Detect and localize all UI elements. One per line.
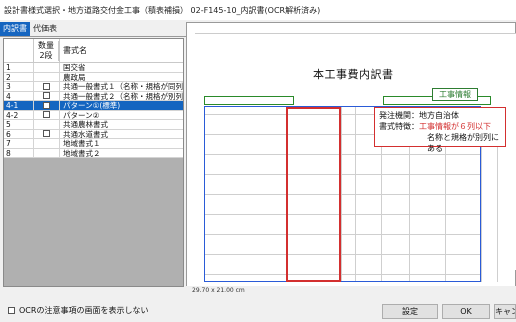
list-scrollbar[interactable]: [183, 39, 184, 287]
row-no: 4-1: [4, 101, 34, 110]
dialog-footer: OCRの注意事項の画面を表示しない 設定 OK キャンセル: [0, 300, 516, 322]
table-row-selected[interactable]: 4-1 パターン①(標準): [4, 101, 183, 111]
row-qty-cell: [34, 139, 60, 148]
row-no: 2: [4, 72, 34, 81]
row-name: 国交省: [63, 63, 86, 72]
row-qty-cell: [34, 148, 60, 157]
row-no: 7: [4, 139, 34, 148]
name-header: 書式名: [63, 46, 87, 55]
tab-underline: [0, 36, 186, 37]
window-title: 設計書様式選択・地方道路交付金工事（積表補損） 02-F145-10_内訳書(O…: [4, 5, 321, 15]
spec-column-highlight: [286, 107, 341, 282]
table-row[interactable]: 3 共通一般書式１（名称・規格が同列）: [4, 82, 183, 92]
row-no: 6: [4, 129, 34, 138]
header-info-box-left: [204, 96, 294, 105]
tab-bar: 内訳書 代価表: [0, 22, 60, 36]
row-qty-cell: [34, 129, 60, 138]
row-no: 3: [4, 82, 34, 91]
callout-line-agency: 発注機関：地方自治体: [379, 111, 459, 120]
table-row[interactable]: 6 共通水道書式: [4, 129, 183, 139]
row-qty-cell: [34, 72, 60, 81]
qty-2row-checkbox[interactable]: [43, 101, 50, 109]
row-qty-cell: [34, 120, 60, 129]
row-name: 地域書式１: [63, 139, 101, 148]
tab-uchiwakesho[interactable]: 内訳書: [0, 22, 30, 36]
row-qty-cell: [34, 82, 60, 91]
construction-info-callout: 工事情報: [432, 88, 478, 101]
callout-feature-prefix: 書式特徴：: [379, 122, 419, 131]
row-no: 1: [4, 63, 34, 72]
format-feature-callout: 発注機関：地方自治体 書式特徴：工事情報が６列以下 名称と規格が別列にある: [374, 107, 506, 153]
qty-2row-checkbox[interactable]: [43, 111, 50, 119]
window-title-bar: 設計書様式選択・地方道路交付金工事（積表補損） 02-F145-10_内訳書(O…: [0, 0, 516, 20]
tab-daikahyo[interactable]: 代価表: [30, 22, 60, 36]
row-name: 地域書式２: [63, 148, 101, 157]
settings-button[interactable]: 設定: [382, 304, 438, 319]
row-name: 共通農林書式: [63, 120, 108, 129]
row-qty-cell: [34, 110, 60, 119]
row-name: 共通水道書式: [63, 129, 108, 138]
ocr-notice-checkbox[interactable]: [8, 307, 15, 314]
table-row[interactable]: 8 地域書式２: [4, 148, 183, 158]
qty-header-line1: 数量: [34, 41, 59, 51]
table-header: 数量 2段 書式名: [4, 39, 183, 63]
ocr-notice-option[interactable]: OCRの注意事項の画面を表示しない: [8, 305, 148, 316]
qty-header: 数量 2段: [34, 39, 60, 62]
row-name: パターン①(標準): [63, 101, 121, 110]
row-qty-cell: [34, 101, 60, 110]
row-name: パターン②: [63, 110, 100, 119]
callout-feature-highlight: 工事情報が６列以下: [419, 122, 491, 131]
row-name: 共通一般書式２（名称・規格が別列）: [63, 91, 183, 100]
row-name: 農政局: [63, 72, 86, 81]
qty-2row-checkbox[interactable]: [43, 82, 50, 90]
table-row[interactable]: 7 地域書式１: [4, 139, 183, 149]
row-no: 4-2: [4, 110, 34, 119]
row-no: 5: [4, 120, 34, 129]
qty-header-line2: 2段: [34, 51, 59, 61]
row-no: 4: [4, 91, 34, 100]
callout-line-spec: 名称と規格が別列にある: [427, 133, 499, 153]
document-preview[interactable]: 本工事費内訳書: [186, 22, 516, 287]
cancel-button[interactable]: キャンセル: [494, 304, 516, 319]
row-qty-cell: [34, 63, 60, 72]
table-row[interactable]: 5 共通農林書式: [4, 120, 183, 130]
callout-line-feature: 書式特徴：工事情報が６列以下: [379, 121, 501, 132]
qty-2row-checkbox[interactable]: [43, 92, 50, 100]
page-size-status: 29.70 x 21.00 cm: [186, 286, 516, 296]
qty-2row-checkbox[interactable]: [43, 130, 50, 138]
table-row[interactable]: 4-2 パターン②: [4, 110, 183, 120]
table-row[interactable]: 1 国交省: [4, 63, 183, 73]
table-row[interactable]: 2 農政局: [4, 72, 183, 82]
row-name: 共通一般書式１（名称・規格が同列）: [63, 82, 183, 91]
format-table: 数量 2段 書式名 1 国交省 2 農政局 3 共通一般書式１（名称・規格が同列…: [4, 39, 183, 158]
document-title: 本工事費内訳書: [313, 68, 394, 81]
row-qty-cell: [34, 91, 60, 100]
no-header: [4, 39, 34, 62]
table-row[interactable]: 4 共通一般書式２（名称・規格が別列）: [4, 91, 183, 101]
format-list-panel: 数量 2段 書式名 1 国交省 2 農政局 3 共通一般書式１（名称・規格が同列…: [3, 38, 184, 287]
row-no: 8: [4, 148, 34, 157]
ok-button[interactable]: OK: [442, 304, 490, 319]
ocr-notice-label: OCRの注意事項の画面を表示しない: [19, 306, 149, 315]
